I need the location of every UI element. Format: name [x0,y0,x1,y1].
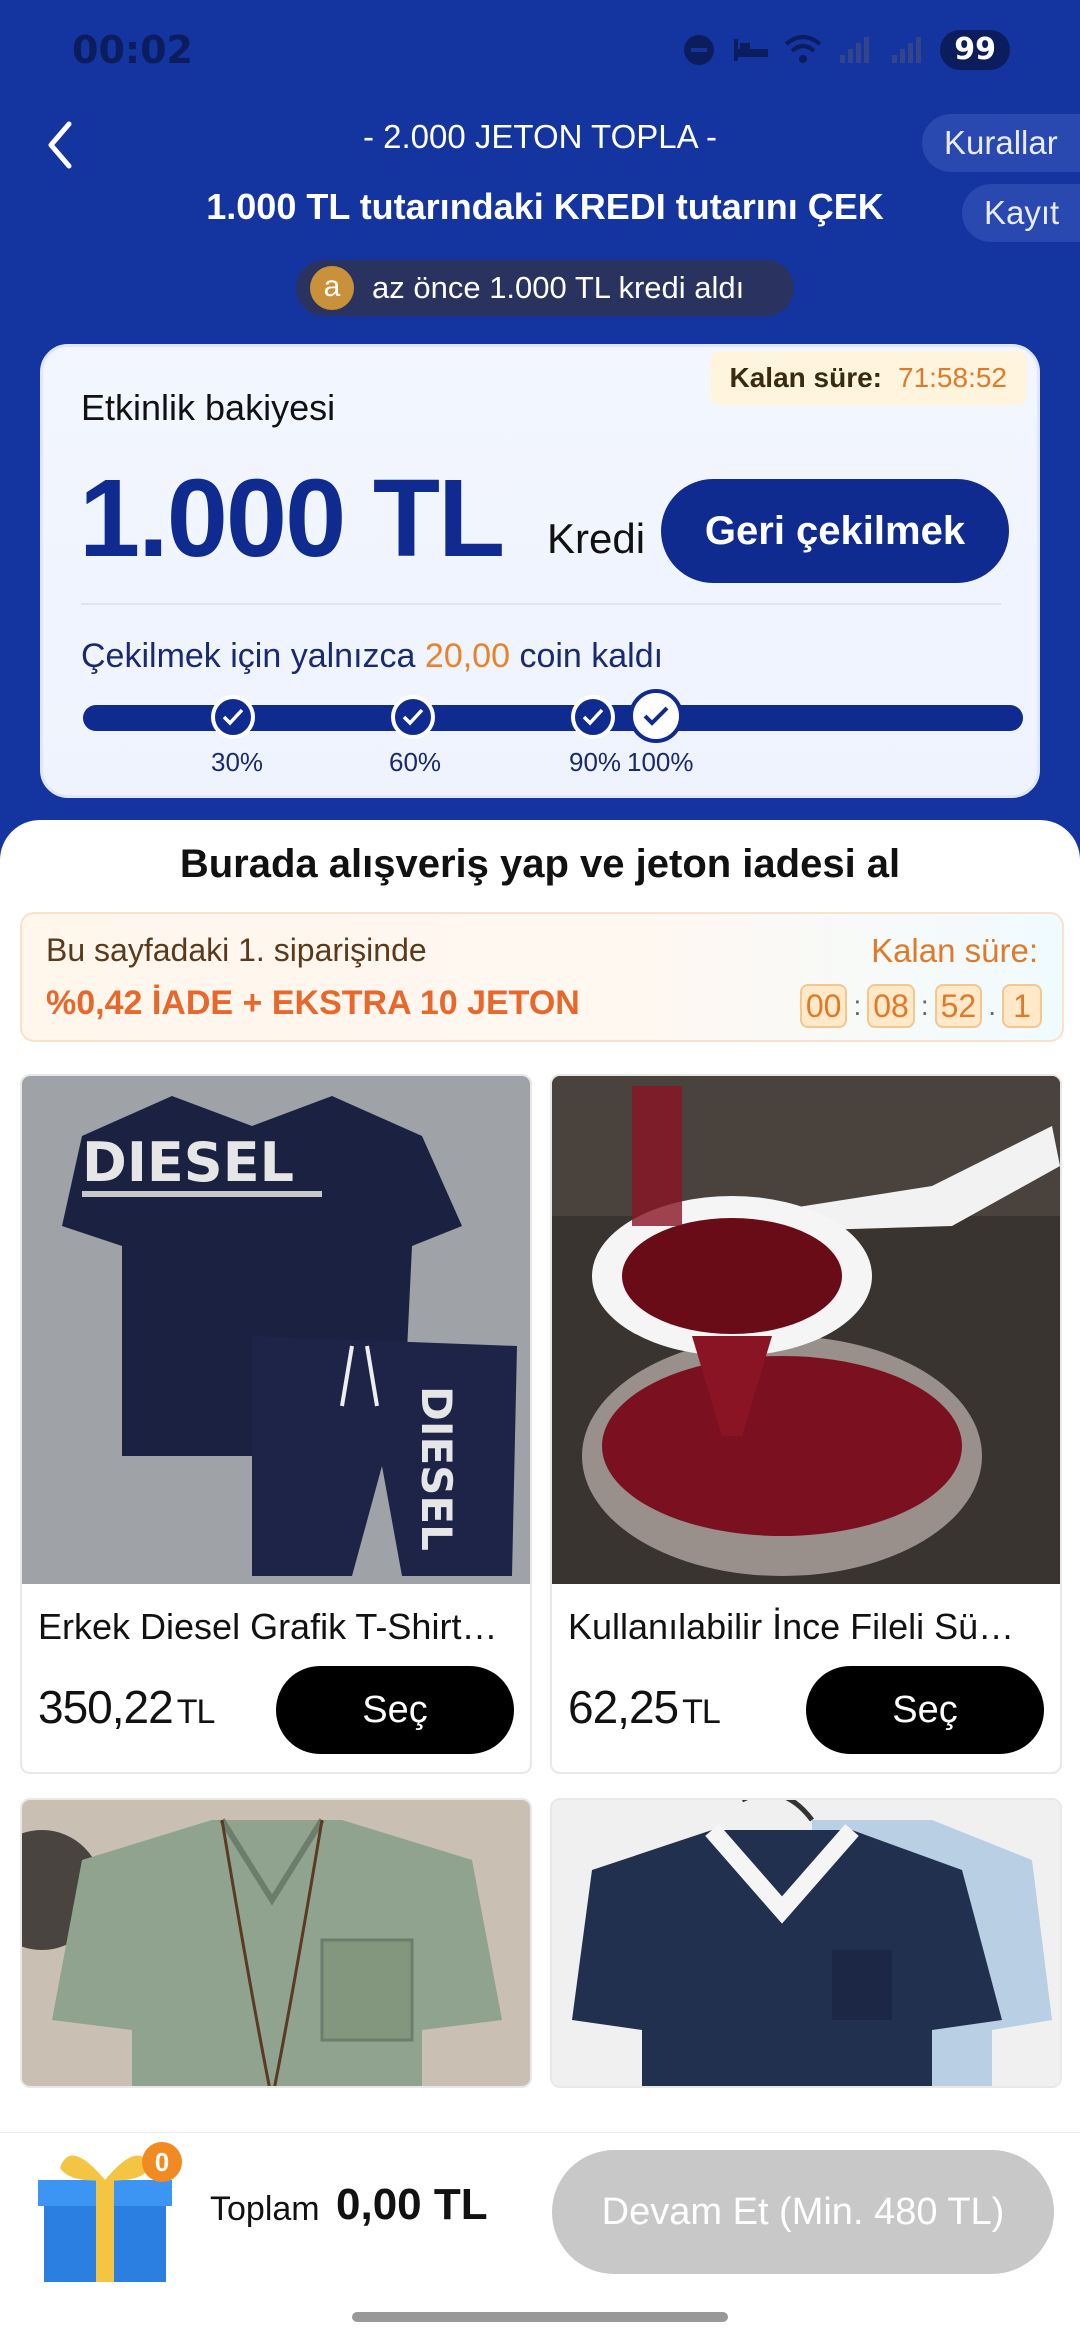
progress-suffix: coin kaldı [519,637,664,675]
balance-amount: 1.000 TL [79,457,505,580]
select-button[interactable]: Seç [276,1666,514,1754]
product-name: Kullanılabilir İnce Fileli Sü… [568,1606,1015,1647]
milestone-check-icon [391,695,435,739]
progress-prefix: Çekilmek için yalnızca [81,637,416,675]
status-time: 00:02 [72,28,193,72]
promo-timer: 00 : 08 : 52 . 1 [799,984,1042,1028]
total-label: Toplam [210,2190,320,2228]
countdown-value: 71:58:52 [898,362,1007,393]
section-title: Burada alışveriş yap ve jeton iadesi al [179,842,901,886]
milestone-check-icon [211,695,255,739]
ticker-text: az önce 1.000 TL kredi aldı [372,270,745,305]
timer-seconds: 52 [934,984,983,1028]
bed-icon [732,33,770,67]
balance-unit: Kredi [547,515,646,562]
promo-timer-label: Kalan süre: [871,932,1038,969]
header-title: - 2.000 JETON TOPLA - [363,118,717,155]
divider [81,603,1001,605]
timer-hours: 00 [799,984,848,1028]
product-card[interactable] [550,1798,1062,2088]
avatar: a [310,266,354,310]
balance-label: Etkinlik bakiyesi [81,387,336,428]
wifi-icon [784,33,822,67]
milestone-label: 90% [569,747,622,777]
progress-text: Çekilmek için yalnızca 20,00 coin kaldı [81,637,663,676]
milestone-final-check-icon [629,689,683,743]
progress-amount: 20,00 [424,637,510,675]
product-image-diesel-set: DIESEL DIESEL [22,1076,530,1584]
price-currency: TL [176,1693,216,1731]
log-button[interactable]: Kayıt [962,184,1080,242]
rules-button[interactable]: Kurallar [922,114,1080,172]
timer-sep: : [920,990,929,1021]
price-value: 350,22 [38,1681,174,1733]
promo-plus: + [242,984,263,1022]
withdraw-button[interactable]: Geri çekilmek [661,479,1009,583]
promo-extra: EKSTRA 10 JETON [271,984,580,1022]
promo-refund: %0,42 İADE [46,984,234,1022]
timer-minutes: 08 [867,984,915,1028]
svg-text:DIESEL: DIESEL [412,1386,461,1551]
balance-card: Kalan süre: 71:58:52 Etkinlik bakiyesi 1… [40,344,1040,798]
total-value: 0,00 TL [336,2180,488,2229]
promo-offer: %0,42 İADE + EKSTRA 10 JETON [46,984,580,1023]
product-name: Erkek Diesel Grafik T-Shirt… [38,1606,498,1647]
svg-text:DIESEL: DIESEL [82,1131,294,1194]
activity-ticker: a az önce 1.000 TL kredi aldı [296,260,794,316]
timer-sep: . [988,990,996,1021]
promo-banner: Bu sayfadaki 1. siparişinde %0,42 İADE +… [20,912,1064,1042]
timer-sep: : [853,990,862,1021]
product-card[interactable] [20,1798,532,2088]
product-price: 350,22 TL [38,1680,216,1734]
signal-icon [836,33,874,67]
countdown-label: Kalan süre: [729,362,883,393]
milestone-check-icon [571,695,615,739]
product-image-strainer [552,1076,1060,1584]
home-indicator[interactable] [352,2312,728,2322]
milestone-label: 60% [389,747,442,777]
product-card[interactable]: DIESEL DIESEL Erkek Diesel Grafik T-Shir… [20,1074,532,1774]
battery-level: 99 [940,30,1010,70]
promo-text: Bu sayfadaki 1. siparişinde [46,932,427,968]
select-button[interactable]: Seç [806,1666,1044,1754]
milestone-label: 100% [627,747,694,777]
dnd-icon [680,33,718,67]
timer-tenths: 1 [1002,984,1042,1028]
signal-icon-2 [888,33,926,67]
product-card[interactable]: Kullanılabilir İnce Fileli Sü… 62,25 TL S… [550,1074,1062,1774]
status-icons: 99 [680,28,1010,72]
status-bar: 00:02 99 [0,0,1080,100]
milestone-label: 30% [211,747,264,777]
product-price: 62,25 TL [568,1680,721,1734]
product-image-navy-shirt [552,1800,1060,2086]
cart-count-badge: 0 [142,2142,182,2182]
countdown-badge: Kalan süre: 71:58:52 [709,351,1027,405]
price-value: 62,25 [568,1681,679,1733]
continue-button[interactable]: Devam Et (Min. 480 TL) [552,2150,1054,2274]
header-subtitle: 1.000 TL tutarındaki KREDI tutarını ÇEK [206,186,884,227]
product-image-green-shirt [22,1800,530,2086]
price-currency: TL [682,1693,721,1731]
